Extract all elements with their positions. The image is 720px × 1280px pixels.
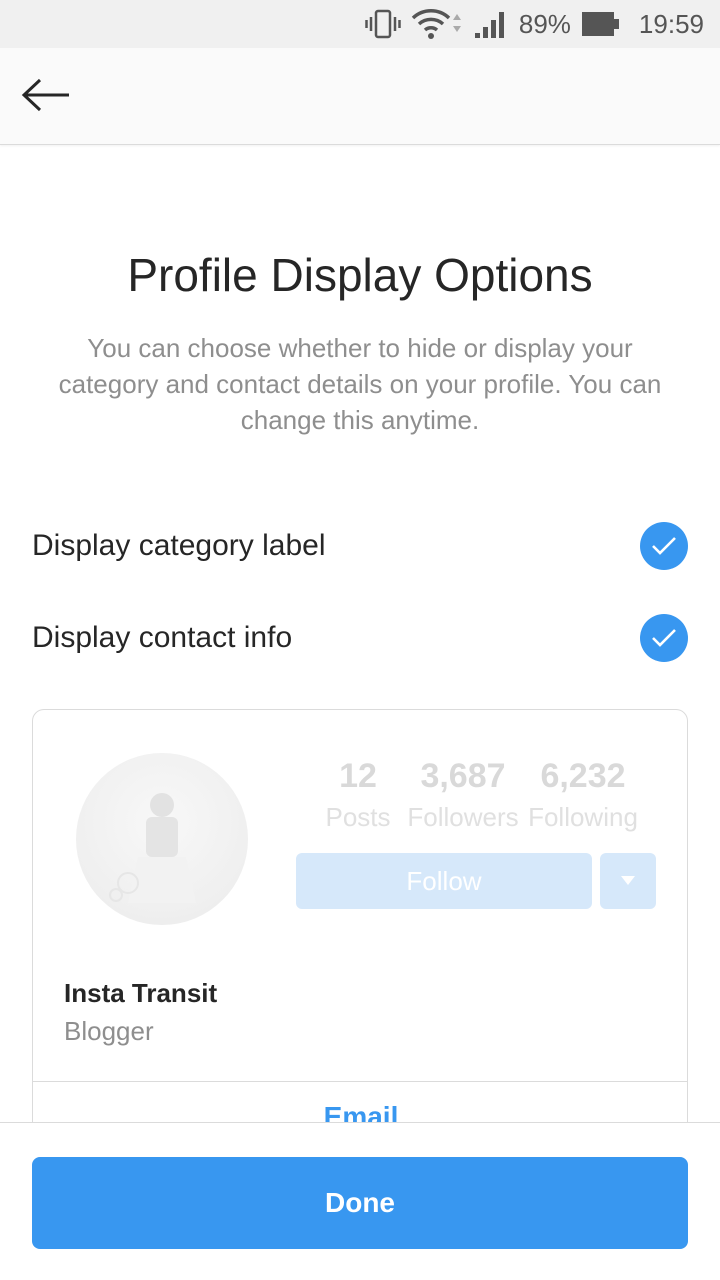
arrow-left-icon [21,77,71,118]
stat-label: Posts [325,802,391,832]
stat-label: Followers [407,802,519,832]
option-label: Display contact info [32,621,293,654]
stat-label: Following [528,802,638,832]
stat-value: 3,687 [420,757,506,795]
bottom-bar: Done [0,1122,720,1280]
follow-button: Follow [296,853,592,909]
wifi-icon [411,8,463,40]
vibrate-icon [365,8,401,40]
stat-value: 6,232 [540,757,626,795]
profile-category: Blogger [64,1016,154,1046]
back-button[interactable] [18,72,74,122]
option-display-category[interactable]: Display category label [32,518,688,574]
profile-stats: 12 Posts 3,687 Followers 6,232 Following [318,756,658,833]
clock: 19:59 [638,8,704,39]
app-bar [0,48,720,145]
status-bar: 89% 19:59 [0,0,720,48]
checkmark-icon[interactable] [640,614,688,662]
option-display-contact[interactable]: Display contact info [32,610,688,666]
stat-following: 6,232 Following [528,756,638,833]
profile-name: Insta Transit [64,978,218,1008]
stat-value: 12 [339,757,377,795]
page-subtitle: You can choose whether to hide or displa… [58,333,662,435]
divider [33,1081,687,1082]
battery-icon [581,10,621,38]
signal-icon [473,9,509,39]
checkmark-icon[interactable] [640,522,688,570]
option-label: Display category label [32,529,326,562]
avatar [76,753,248,925]
stat-posts: 12 Posts [318,756,398,833]
caret-down-icon [621,872,635,890]
battery-percent: 89% [518,8,571,39]
stat-followers: 3,687 Followers [398,756,528,833]
page-title: Profile Display Options [127,249,593,301]
follow-dropdown-button [600,853,656,909]
done-button[interactable]: Done [32,1157,688,1249]
